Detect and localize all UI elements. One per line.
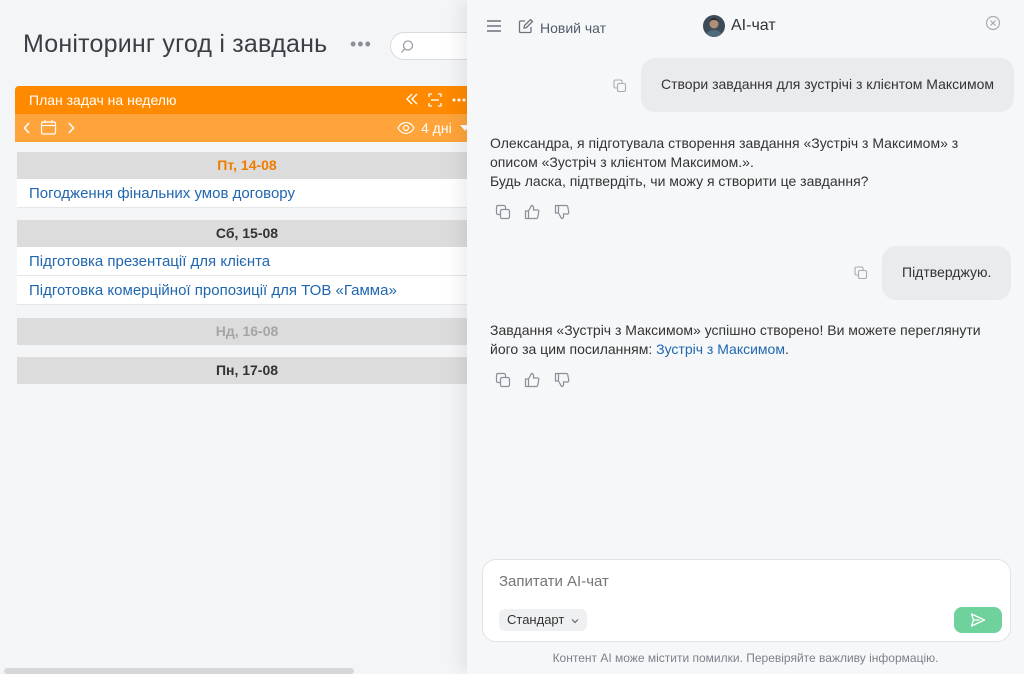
day-header: Пн, 17-08 bbox=[17, 357, 477, 384]
task-link[interactable]: Зустріч з Максимом bbox=[656, 341, 785, 357]
ai-message: Олександра, я підготувала створення завд… bbox=[490, 135, 959, 189]
page-title: Моніторинг угод і завдань bbox=[23, 30, 328, 58]
disclaimer: Контент AI може містити помилки. Перевір… bbox=[552, 651, 939, 665]
horizontal-scrollbar[interactable] bbox=[4, 668, 354, 674]
eye-icon[interactable] bbox=[397, 121, 415, 135]
day-header: Пт, 14-08 bbox=[17, 152, 477, 179]
user-message: Підтверджую. bbox=[882, 246, 1012, 300]
days-count[interactable]: 4 дні bbox=[421, 120, 452, 136]
mode-label: Стандарт bbox=[507, 612, 565, 627]
chat-title: AI-чат bbox=[731, 17, 776, 34]
day-header: Нд, 16-08 bbox=[17, 318, 477, 345]
weekly-plan-widget: План задач на неделю 4 дні bbox=[15, 86, 485, 142]
title-more-button[interactable]: ••• bbox=[350, 34, 372, 55]
chat-input-box: Стандарт bbox=[482, 559, 1011, 642]
chat-input[interactable] bbox=[499, 573, 979, 590]
day-block: Сб, 15-08 Підготовка презентації для клі… bbox=[17, 220, 477, 305]
copy-icon[interactable] bbox=[495, 204, 511, 220]
edit-icon bbox=[518, 18, 534, 34]
mode-selector[interactable]: Стандарт bbox=[499, 609, 587, 631]
thumbs-up-icon[interactable] bbox=[524, 372, 540, 388]
collapse-icon[interactable] bbox=[405, 92, 419, 106]
search-icon bbox=[401, 40, 414, 53]
widget-title: План задач на неделю bbox=[29, 92, 177, 108]
ai-message: Завдання «Зустріч з Максимом» успішно ст… bbox=[490, 322, 981, 357]
chevron-down-icon bbox=[571, 618, 579, 623]
widget-toolbar: 4 дні bbox=[15, 114, 485, 142]
thumbs-down-icon[interactable] bbox=[554, 372, 570, 388]
message-actions bbox=[495, 372, 579, 393]
day-block: Пт, 14-08 Погодження фінальних умов дого… bbox=[17, 152, 477, 208]
copy-icon[interactable] bbox=[495, 372, 511, 388]
day-block: Пн, 17-08 bbox=[17, 357, 477, 384]
close-icon[interactable] bbox=[985, 15, 1001, 31]
ai-chat-panel: Новий чат AI-чат Створи завдання для зус… bbox=[467, 0, 1024, 674]
avatar bbox=[703, 15, 725, 37]
widget-header: План задач на неделю bbox=[15, 86, 485, 114]
chevron-right-icon[interactable] bbox=[67, 122, 75, 134]
copy-icon[interactable] bbox=[613, 79, 627, 93]
message-actions bbox=[495, 204, 579, 225]
task-item[interactable]: Підготовка презентації для клієнта bbox=[17, 247, 477, 276]
day-block: Нд, 16-08 bbox=[17, 318, 477, 345]
chevron-left-icon[interactable] bbox=[23, 122, 31, 134]
thumbs-up-icon[interactable] bbox=[524, 204, 540, 220]
calendar-icon[interactable] bbox=[40, 119, 57, 136]
more-icon[interactable] bbox=[452, 98, 466, 102]
send-icon bbox=[970, 613, 986, 627]
fullscreen-icon[interactable] bbox=[427, 92, 443, 108]
user-message: Створи завдання для зустрічі з клієнтом … bbox=[641, 58, 1015, 112]
send-button[interactable] bbox=[954, 607, 1002, 633]
copy-icon[interactable] bbox=[854, 266, 868, 280]
new-chat-label: Новий чат bbox=[540, 20, 607, 36]
thumbs-down-icon[interactable] bbox=[554, 204, 570, 220]
task-item[interactable]: Погодження фінальних умов договору bbox=[17, 179, 477, 208]
task-item[interactable]: Підготовка комерційної пропозиції для ТО… bbox=[17, 276, 477, 305]
day-header: Сб, 15-08 bbox=[17, 220, 477, 247]
hamburger-menu-icon[interactable] bbox=[486, 19, 502, 33]
